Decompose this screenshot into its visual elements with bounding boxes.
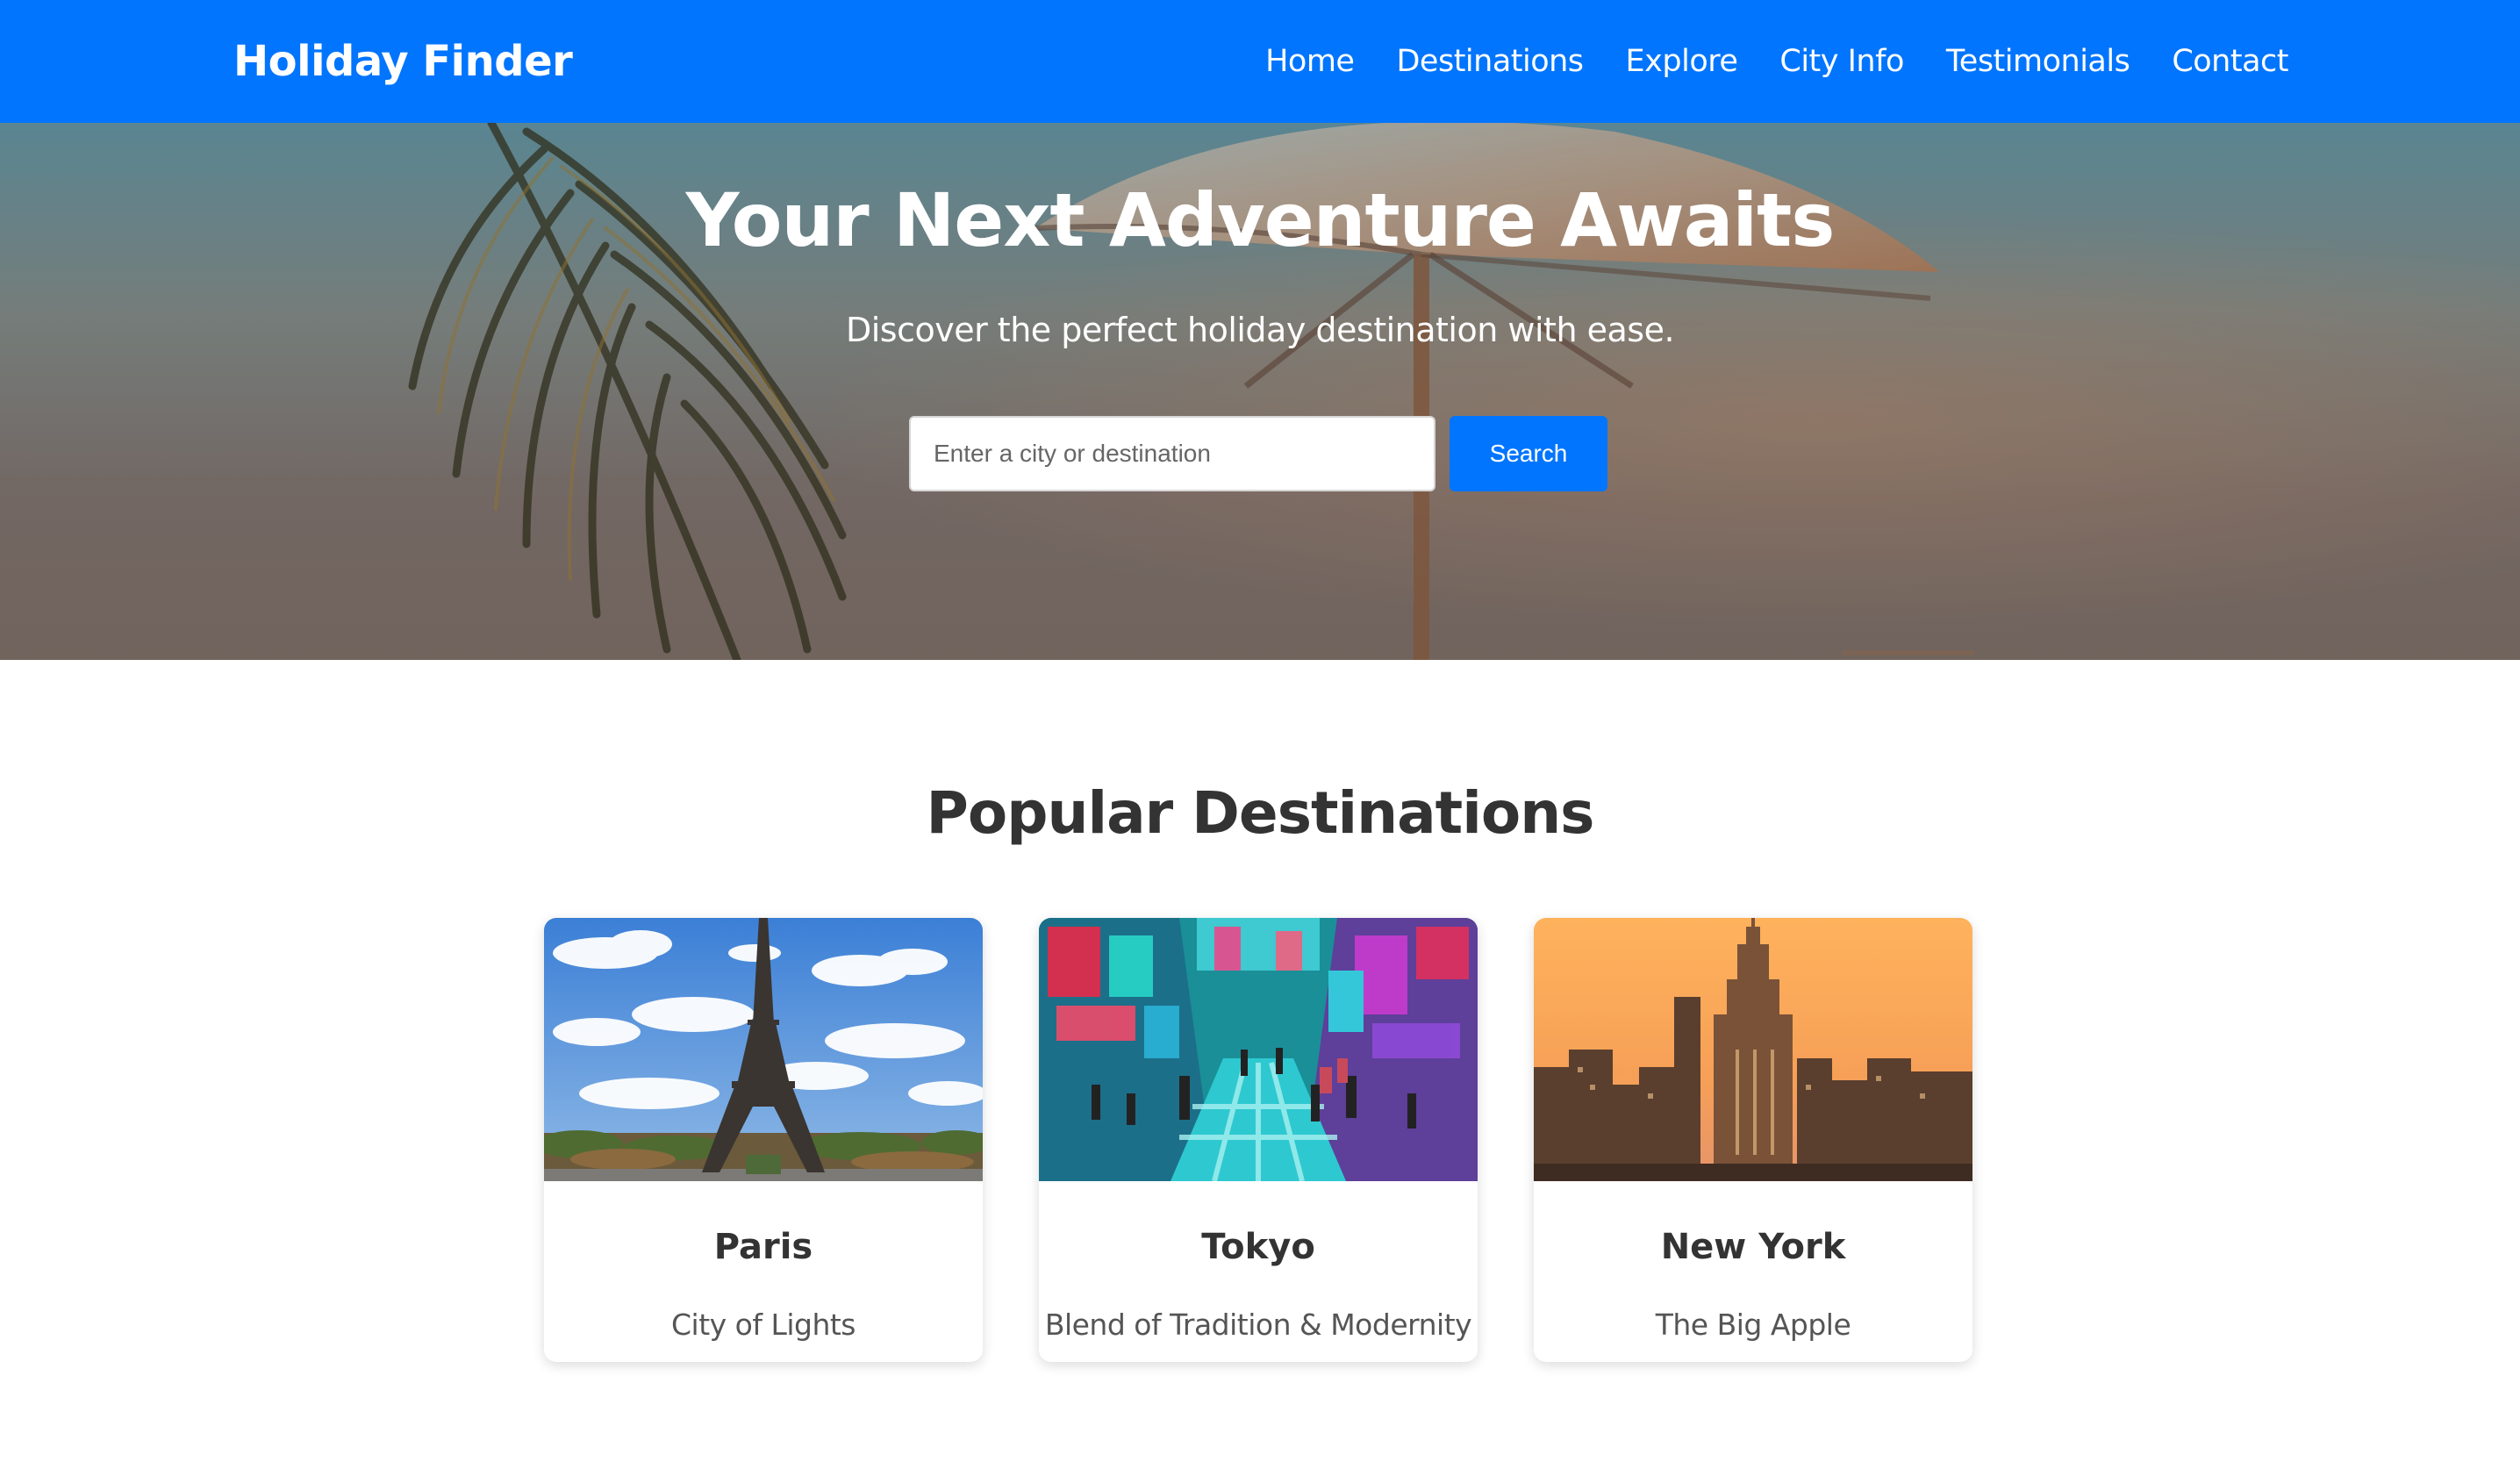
card-description-paris: City of Lights <box>670 1308 856 1342</box>
hero-title: Your Next Adventure Awaits <box>685 177 1836 263</box>
tokyo-street-image <box>1039 918 1478 1181</box>
nav-link-destinations[interactable]: Destinations <box>1396 44 1584 79</box>
hero-section: Your Next Adventure Awaits Discover the … <box>0 123 2520 660</box>
popular-destinations-title: Popular Destinations <box>926 779 1595 847</box>
nav-link-contact[interactable]: Contact <box>2172 44 2288 79</box>
nav-link-city-info[interactable]: City Info <box>1779 44 1904 79</box>
nav-link-explore[interactable]: Explore <box>1626 44 1738 79</box>
nav-link-testimonials[interactable]: Testimonials <box>1946 44 2130 79</box>
search-input[interactable] <box>909 416 1435 491</box>
card-description-new-york: The Big Apple <box>1655 1308 1851 1342</box>
destination-card-new-york[interactable]: New York The Big Apple <box>1534 918 1972 1362</box>
destination-card-paris[interactable]: Paris City of Lights <box>544 918 983 1362</box>
card-title-paris: Paris <box>713 1227 813 1267</box>
destination-card-tokyo[interactable]: Tokyo Blend of Tradition & Modernity <box>1039 918 1478 1362</box>
navbar: Holiday Finder Home Destinations Explore… <box>0 0 2520 123</box>
nav-links: Home Destinations Explore City Info Test… <box>1265 0 2288 123</box>
new-york-skyline-image <box>1534 918 1972 1181</box>
card-description-tokyo: Blend of Tradition & Modernity <box>1044 1308 1472 1342</box>
nav-link-home[interactable]: Home <box>1265 44 1355 79</box>
card-title-tokyo: Tokyo <box>1201 1227 1315 1267</box>
destination-cards: Paris City of Lights Tokyo Blend of Trad… <box>544 918 1974 1362</box>
card-title-new-york: New York <box>1660 1227 1846 1267</box>
search-button[interactable]: Search <box>1450 416 1607 491</box>
hero-subtitle: Discover the perfect holiday destination… <box>845 311 1675 349</box>
brand-logo[interactable]: Holiday Finder <box>233 0 573 123</box>
paris-eiffel-tower-image <box>544 918 983 1181</box>
